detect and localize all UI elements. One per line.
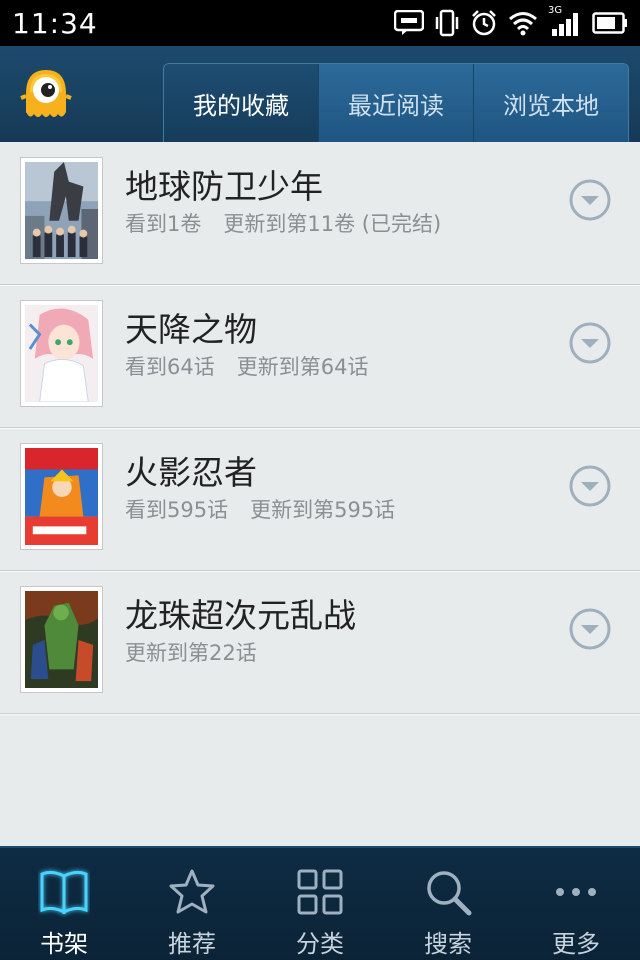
update-status: 更新到第64话	[236, 355, 369, 379]
nav-label: 更多	[552, 930, 600, 958]
app-header: 我的收藏 最近阅读 浏览本地	[0, 46, 640, 142]
nav-recommend[interactable]: 推荐	[128, 848, 256, 960]
comic-progress: 更新到第22话	[125, 637, 257, 667]
read-progress: 看到64话	[125, 355, 215, 379]
comic-progress: 看到64话 更新到第64话	[125, 351, 368, 381]
status-icons: 3G	[394, 5, 628, 37]
more-icon	[550, 866, 602, 918]
bottom-nav: 书架 推荐 分类 搜索 更多	[0, 846, 640, 960]
nav-more[interactable]: 更多	[512, 848, 640, 960]
library-tabs: 我的收藏 最近阅读 浏览本地	[163, 63, 629, 142]
signal-3g-icon: 3G	[548, 5, 582, 37]
nav-label: 分类	[296, 930, 344, 958]
list-item[interactable]: 天降之物 看到64话 更新到第64话	[0, 285, 640, 428]
comic-cover[interactable]	[20, 586, 103, 693]
grid-icon	[294, 866, 346, 918]
tab-browse-local[interactable]: 浏览本地	[474, 64, 628, 142]
status-time: 11:34	[12, 6, 98, 40]
chevron-down-icon[interactable]	[568, 321, 612, 365]
comic-title[interactable]: 天降之物	[125, 303, 257, 351]
list-item[interactable]: 龙珠超次元乱战 更新到第22话	[0, 571, 640, 714]
update-status: 更新到第22话	[125, 641, 257, 665]
tab-favorites[interactable]: 我的收藏	[164, 64, 319, 142]
comic-title[interactable]: 龙珠超次元乱战	[125, 589, 356, 637]
battery-icon	[592, 12, 628, 34]
list-item[interactable]: 地球防卫少年 看到1卷 更新到第11卷 (已完结)	[0, 142, 640, 285]
read-progress: 看到1卷	[125, 212, 202, 236]
chevron-down-icon[interactable]	[568, 464, 612, 508]
network-label: 3G	[548, 5, 563, 16]
read-progress: 看到595话	[125, 498, 229, 522]
comic-title[interactable]: 地球防卫少年	[125, 160, 323, 208]
comic-cover[interactable]	[20, 157, 103, 264]
comic-list: 地球防卫少年 看到1卷 更新到第11卷 (已完结) 天降之物 看到64话 更新到第6…	[0, 142, 640, 846]
mascot-logo-icon[interactable]	[18, 64, 74, 124]
update-status: 更新到第595话	[250, 498, 396, 522]
comic-cover[interactable]	[20, 443, 103, 550]
update-status: 更新到第11卷 (已完结)	[223, 212, 442, 236]
nav-category[interactable]: 分类	[256, 848, 384, 960]
nav-label: 搜索	[424, 930, 472, 958]
chevron-down-icon[interactable]	[568, 178, 612, 222]
comic-title[interactable]: 火影忍者	[125, 446, 257, 494]
chevron-down-icon[interactable]	[568, 607, 612, 651]
list-item[interactable]: 火影忍者 看到595话 更新到第595话	[0, 428, 640, 571]
message-icon	[394, 10, 424, 36]
alarm-icon	[470, 9, 498, 37]
vibrate-icon	[434, 9, 460, 37]
nav-bookshelf[interactable]: 书架	[0, 848, 128, 960]
search-icon	[422, 866, 474, 918]
book-icon	[38, 866, 90, 918]
comic-progress: 看到1卷 更新到第11卷 (已完结)	[125, 208, 441, 238]
tab-recent-reading[interactable]: 最近阅读	[319, 64, 474, 142]
wifi-icon	[508, 10, 538, 36]
nav-label: 书架	[40, 930, 88, 958]
status-bar: 11:34 3G	[0, 0, 640, 46]
comic-progress: 看到595话 更新到第595话	[125, 494, 395, 524]
star-icon	[166, 866, 218, 918]
nav-label: 推荐	[168, 930, 216, 958]
comic-cover[interactable]	[20, 300, 103, 407]
nav-search[interactable]: 搜索	[384, 848, 512, 960]
